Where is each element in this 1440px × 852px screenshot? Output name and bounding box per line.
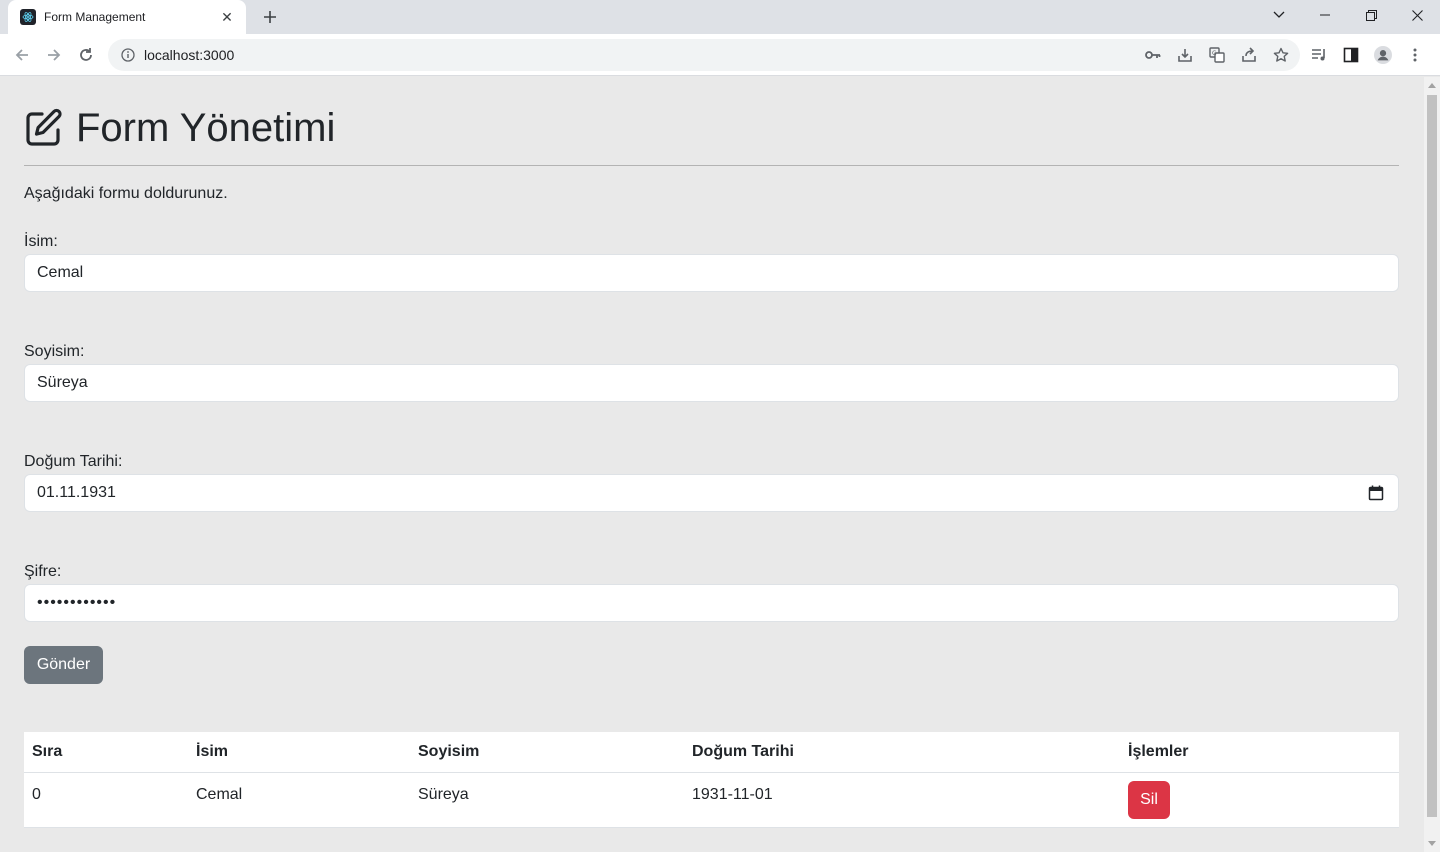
react-favicon-icon <box>20 9 36 25</box>
bookmark-star-icon[interactable] <box>1272 46 1290 64</box>
reload-icon[interactable] <box>72 41 100 69</box>
svg-text:G: G <box>1212 50 1217 57</box>
new-tab-icon[interactable] <box>258 6 282 28</box>
calendar-icon[interactable] <box>1368 485 1384 501</box>
birthdate-input-value: 01.11.1931 <box>37 484 116 501</box>
table-row: 0 Cemal Süreya 1931-11-01 Sil <box>24 772 1399 828</box>
install-app-icon[interactable] <box>1176 46 1194 64</box>
intro-text: Aşağıdaki formu doldurunuz. <box>24 185 228 202</box>
profile-avatar-icon[interactable] <box>1374 46 1392 64</box>
page-heading: Form Yönetimi <box>24 105 335 151</box>
tab-title: Form Management <box>44 10 146 24</box>
browser-toolbar: localhost:3000 G <box>0 34 1440 76</box>
column-header-actions: İşlemler <box>1120 732 1399 773</box>
site-info-icon[interactable] <box>120 47 136 63</box>
page-content: Form Yönetimi Aşağıdaki formu doldurunuz… <box>0 77 1424 852</box>
birthdate-input[interactable]: 01.11.1931 <box>24 474 1399 512</box>
translate-icon[interactable]: G <box>1208 46 1226 64</box>
browser-tab[interactable]: Form Management ✕ <box>8 0 246 34</box>
password-label: Şifre: <box>24 563 62 580</box>
surname-input[interactable]: Süreya <box>24 364 1399 402</box>
column-header-birthdate: Doğum Tarihi <box>684 732 1120 773</box>
restore-icon[interactable] <box>1348 0 1394 30</box>
cell-name: Cemal <box>188 772 410 828</box>
name-input-value: Cemal <box>37 264 84 281</box>
column-header-name: İsim <box>188 732 410 773</box>
divider <box>24 165 1399 166</box>
records-table: Sıra İsim Soyisim Doğum Tarihi İşlemler … <box>24 732 1399 828</box>
cell-surname: Süreya <box>410 772 684 828</box>
column-header-index: Sıra <box>24 732 188 773</box>
cell-birthdate: 1931-11-01 <box>684 772 1120 828</box>
password-input[interactable]: •••••••••••• <box>24 584 1399 622</box>
tab-search-icon[interactable] <box>1256 0 1302 30</box>
password-input-value: •••••••••••• <box>37 594 117 611</box>
birthdate-label: Doğum Tarihi: <box>24 453 123 470</box>
side-panel-icon[interactable] <box>1342 46 1360 64</box>
scroll-thumb[interactable] <box>1427 95 1437 817</box>
column-header-surname: Soyisim <box>410 732 684 773</box>
menu-kebab-icon[interactable] <box>1406 46 1424 64</box>
address-bar[interactable]: localhost:3000 G <box>108 39 1300 71</box>
page-scrollbar[interactable] <box>1424 77 1440 852</box>
reading-list-icon[interactable] <box>1310 46 1328 64</box>
page-title: Form Yönetimi <box>76 105 336 150</box>
delete-button[interactable]: Sil <box>1128 780 1170 819</box>
cell-index: 0 <box>24 772 188 828</box>
cell-actions: Sil <box>1120 772 1399 828</box>
forward-icon[interactable] <box>40 41 68 69</box>
scroll-up-arrow-icon[interactable] <box>1428 83 1436 88</box>
minimize-icon[interactable] <box>1302 0 1348 30</box>
tab-strip: Form Management ✕ <box>0 0 1440 34</box>
url-text: localhost:3000 <box>144 47 235 63</box>
key-icon[interactable] <box>1144 46 1162 64</box>
close-tab-icon[interactable]: ✕ <box>218 8 236 26</box>
surname-label: Soyisim: <box>24 343 85 360</box>
submit-button[interactable]: Gönder <box>24 646 103 684</box>
name-input[interactable]: Cemal <box>24 254 1399 292</box>
table-header-row: Sıra İsim Soyisim Doğum Tarihi İşlemler <box>24 732 1399 773</box>
edit-icon <box>26 108 62 146</box>
name-label: İsim: <box>24 233 58 250</box>
back-icon[interactable] <box>8 41 36 69</box>
surname-input-value: Süreya <box>37 374 88 391</box>
close-window-icon[interactable] <box>1394 0 1440 30</box>
share-icon[interactable] <box>1240 46 1258 64</box>
scroll-down-arrow-icon[interactable] <box>1428 841 1436 846</box>
